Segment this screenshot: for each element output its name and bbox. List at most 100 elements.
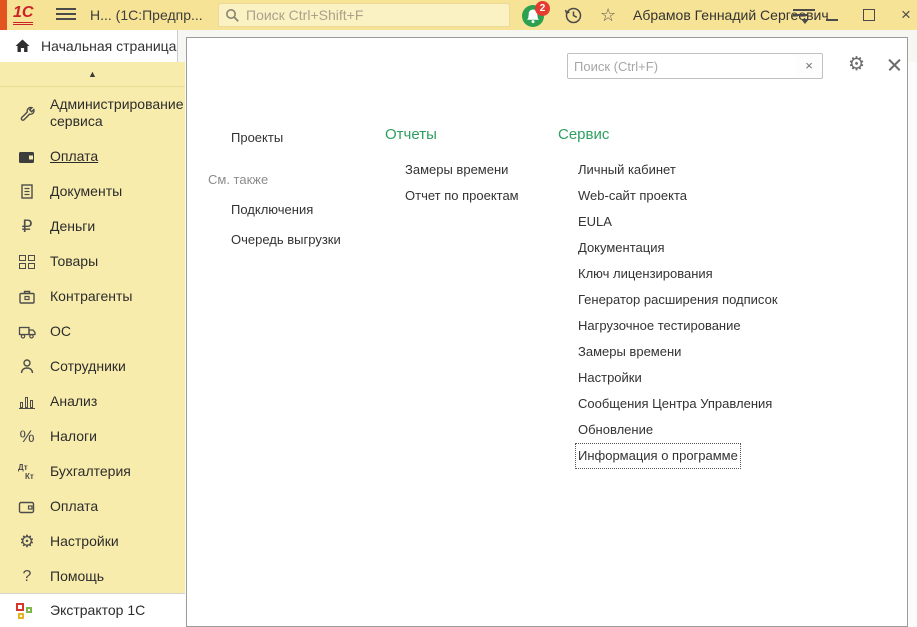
reports-header: Отчеты (385, 124, 555, 146)
sidebar-item-label: Администрирование сервиса (50, 87, 184, 139)
chevron-down-icon (801, 19, 809, 24)
tab-home-page[interactable]: Начальная страница (0, 30, 178, 62)
panel-search-clear-button[interactable]: × (796, 53, 823, 79)
sections-sidebar: ▲ Администрирование сервиса Оплата Докум… (0, 62, 185, 593)
service-header: Сервис (558, 124, 818, 146)
sidebar-item-label: Налоги (50, 419, 97, 454)
maximize-icon (863, 9, 875, 21)
main-menu-button[interactable] (56, 8, 76, 22)
history-icon (563, 5, 584, 26)
collapse-panel-button[interactable]: ▲ (0, 62, 185, 87)
percent-icon: % (17, 427, 37, 447)
sidebar-item-extraktor-1c[interactable]: Экстрактор 1С (0, 593, 185, 627)
maximize-button[interactable] (852, 0, 886, 30)
clear-icon: × (805, 58, 813, 73)
sidebar-item-os[interactable]: ОС (0, 314, 185, 349)
sidebar-item-label: Товары (50, 244, 98, 279)
panel-close-button[interactable] (883, 53, 907, 77)
menu-item-ochered-vygruzki[interactable]: Очередь выгрузки (231, 230, 341, 250)
notification-badge: 2 (535, 1, 550, 16)
menu-item-eula[interactable]: EULA (578, 212, 612, 232)
bar-chart-icon (17, 392, 37, 412)
menu-item-otchet-po-proektam[interactable]: Отчет по проектам (405, 186, 519, 206)
wallet-outline-icon (17, 497, 37, 517)
sidebar-item-dengi[interactable]: ₽ Деньги (0, 209, 185, 244)
gear-icon: ⚙ (17, 532, 37, 552)
menu-item-zamery-vremeni[interactable]: Замеры времени (405, 160, 508, 180)
menu-item-proekty[interactable]: Проекты (231, 128, 283, 148)
sidebar-item-label: Сотрудники (50, 349, 126, 384)
global-search-input[interactable]: Поиск Ctrl+Shift+F (218, 3, 510, 27)
panel-settings-button[interactable]: ⚙ (848, 51, 865, 79)
gear-icon: ⚙ (848, 54, 865, 75)
home-icon (14, 38, 31, 54)
menu-item-generator-rasshireniya-podpisok[interactable]: Генератор расширения подписок (578, 290, 778, 310)
menu-item-nagruzochnoe-testirovanie[interactable]: Нагрузочное тестирование (578, 316, 741, 336)
menu-item-soobscheniya-centra-upravleniya[interactable]: Сообщения Центра Управления (578, 394, 772, 414)
close-icon: × (901, 5, 911, 24)
sidebar-item-oplata-2[interactable]: Оплата (0, 489, 185, 524)
functions-menu-panel: Поиск (Ctrl+F) × ⚙ Проекты См. также Под… (186, 37, 908, 627)
sidebar-item-sotrudniki[interactable]: Сотрудники (0, 349, 185, 384)
sidebar-item-label: ОС (50, 314, 71, 349)
sidebar-item-label: Деньги (50, 209, 95, 244)
ruble-icon: ₽ (17, 217, 37, 237)
minimize-button[interactable] (815, 0, 849, 30)
collapse-arrow-icon: ▲ (88, 69, 97, 79)
menu-item-informaciya-o-programme[interactable]: Информация о программе (578, 446, 738, 466)
search-icon (225, 8, 240, 23)
column-reports: Отчеты Замеры времени Отчет по проектам (385, 124, 555, 212)
sidebar-item-label: Бухгалтерия (50, 454, 131, 489)
sidebar-item-administrirovanie[interactable]: Администрирование сервиса (0, 87, 185, 139)
sidebar-item-dokumenty[interactable]: Документы (0, 174, 185, 209)
wrench-icon (17, 103, 37, 123)
menu-item-dokumentaciya[interactable]: Документация (578, 238, 665, 258)
briefcase-icon (17, 287, 37, 307)
sidebar-item-label: Оплата (50, 139, 98, 174)
notifications-button[interactable]: 2 (522, 3, 552, 29)
close-window-button[interactable]: × (889, 0, 917, 30)
star-icon: ☆ (600, 5, 616, 25)
menu-item-lichnyy-kabinet[interactable]: Личный кабинет (578, 160, 676, 180)
sidebar-item-nastroyki[interactable]: ⚙ Настройки (0, 524, 185, 559)
menu-item-obnovlenie[interactable]: Обновление (578, 420, 653, 440)
sidebar-item-oplata[interactable]: Оплата (0, 139, 185, 174)
see-also-header: См. также (208, 170, 378, 190)
favorites-button[interactable]: ☆ (600, 3, 616, 27)
sidebar-item-nalogi[interactable]: % Налоги (0, 419, 185, 454)
goods-grid-icon (17, 252, 37, 272)
sidebar-item-label: Оплата (50, 489, 98, 524)
sidebar-item-label: Экстрактор 1С (50, 602, 145, 619)
1c-logo: 1С (13, 4, 33, 25)
panel-search-input[interactable]: Поиск (Ctrl+F) (567, 53, 797, 79)
wallet-icon (17, 147, 37, 167)
search-placeholder: Поиск Ctrl+Shift+F (246, 7, 363, 23)
person-icon (17, 357, 37, 377)
menu-item-nastroyki-service[interactable]: Настройки (578, 368, 642, 388)
tab-home-label: Начальная страница (41, 38, 176, 54)
menu-item-web-sayt-proekta[interactable]: Web-сайт проекта (578, 186, 687, 206)
sidebar-item-label: Настройки (50, 524, 119, 559)
sidebar-item-label: Документы (50, 174, 122, 209)
column-service: Сервис Личный кабинет Web-сайт проекта E… (558, 124, 818, 472)
truck-icon (17, 322, 37, 342)
history-button[interactable] (563, 5, 584, 26)
sidebar-item-label: Анализ (50, 384, 97, 419)
document-icon (17, 182, 37, 202)
menu-item-klyuch-licenzirovaniya[interactable]: Ключ лицензирования (578, 264, 713, 284)
question-icon: ? (17, 567, 37, 587)
menu-item-zamery-vremeni-service[interactable]: Замеры времени (578, 342, 681, 362)
window-title: Н... (1С:Предпр... (90, 7, 203, 23)
sidebar-item-pomosch[interactable]: ? Помощь (0, 559, 185, 594)
sidebar-item-buhgalteriya[interactable]: ДтКт Бухгалтерия (0, 454, 185, 489)
sidebar-item-label: Контрагенты (50, 279, 132, 314)
sidebar-item-kontragenty[interactable]: Контрагенты (0, 279, 185, 314)
menu-item-podklyucheniya[interactable]: Подключения (231, 200, 313, 220)
extractor-icon (15, 601, 35, 621)
sidebar-item-analiz[interactable]: Анализ (0, 384, 185, 419)
brand-strip (0, 0, 7, 30)
sidebar-item-label: Помощь (50, 559, 104, 594)
tools-settings-button[interactable] (793, 9, 815, 23)
column-projects: Проекты См. также Подключения Очередь вы… (208, 128, 378, 260)
sidebar-item-tovary[interactable]: Товары (0, 244, 185, 279)
